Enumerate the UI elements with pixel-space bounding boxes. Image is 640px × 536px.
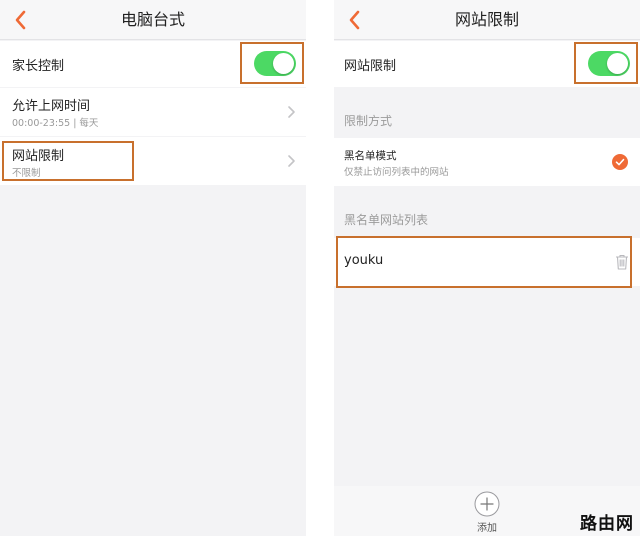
parental-control-toggle[interactable] — [254, 51, 296, 76]
selected-check-icon[interactable] — [612, 154, 628, 170]
page-title: 电脑台式 — [120, 10, 185, 29]
section-header-method: 限制方式 — [344, 114, 393, 128]
blacklist-mode-label: 黑名单模式 — [344, 150, 397, 162]
website-limit-label: 网站限制 — [12, 149, 65, 164]
panel-divider — [306, 0, 334, 536]
checkmark-icon — [615, 158, 625, 166]
watermark-text: 路由网 — [580, 514, 634, 534]
trash-icon[interactable] — [615, 254, 629, 270]
page-title: 网站限制 — [454, 10, 519, 29]
allowed-time-row[interactable]: 允许上网时间 00:00-23:55 | 每天 — [0, 88, 306, 136]
back-chevron-icon[interactable] — [342, 6, 368, 34]
website-limit-screen: 网站限制 网站限制 限制方式 黑名单模式 仅禁止访问列表中的网站 黑名单网站列表… — [334, 0, 640, 536]
toggle-knob — [607, 53, 628, 74]
website-limit-toggle[interactable] — [588, 51, 630, 76]
computer-settings-screen: 电脑台式 家长控制 允许上网时间 00:00-23:55 | 每天 网站限制 不… — [0, 0, 306, 536]
parental-control-label: 家长控制 — [12, 59, 65, 74]
blacklist-mode-row[interactable]: 黑名单模式 仅禁止访问列表中的网站 — [334, 138, 640, 186]
website-limit-row[interactable]: 网站限制 不限制 — [0, 137, 306, 185]
section-header-blacklist: 黑名单网站列表 — [344, 213, 429, 227]
parental-control-row: 家长控制 — [0, 41, 306, 87]
website-limit-toggle-row: 网站限制 — [334, 41, 640, 87]
blacklist-mode-description: 仅禁止访问列表中的网站 — [344, 167, 449, 178]
website-limit-value: 不限制 — [12, 168, 41, 179]
screenshot-stage: 电脑台式 家长控制 允许上网时间 00:00-23:55 | 每天 网站限制 不… — [0, 0, 640, 536]
chevron-right-icon — [288, 155, 295, 167]
blacklist-site-item: youku — [334, 238, 640, 286]
add-plus-icon[interactable] — [473, 490, 501, 518]
chevron-right-icon — [288, 106, 295, 118]
back-chevron-icon[interactable] — [8, 6, 34, 34]
website-limit-label: 网站限制 — [344, 59, 397, 74]
toggle-knob — [273, 53, 294, 74]
site-name: youku — [344, 253, 384, 268]
nav-bar: 网站限制 — [334, 0, 640, 40]
allowed-time-value: 00:00-23:55 | 每天 — [12, 118, 99, 129]
allowed-time-label: 允许上网时间 — [12, 99, 91, 114]
nav-bar: 电脑台式 — [0, 0, 306, 40]
